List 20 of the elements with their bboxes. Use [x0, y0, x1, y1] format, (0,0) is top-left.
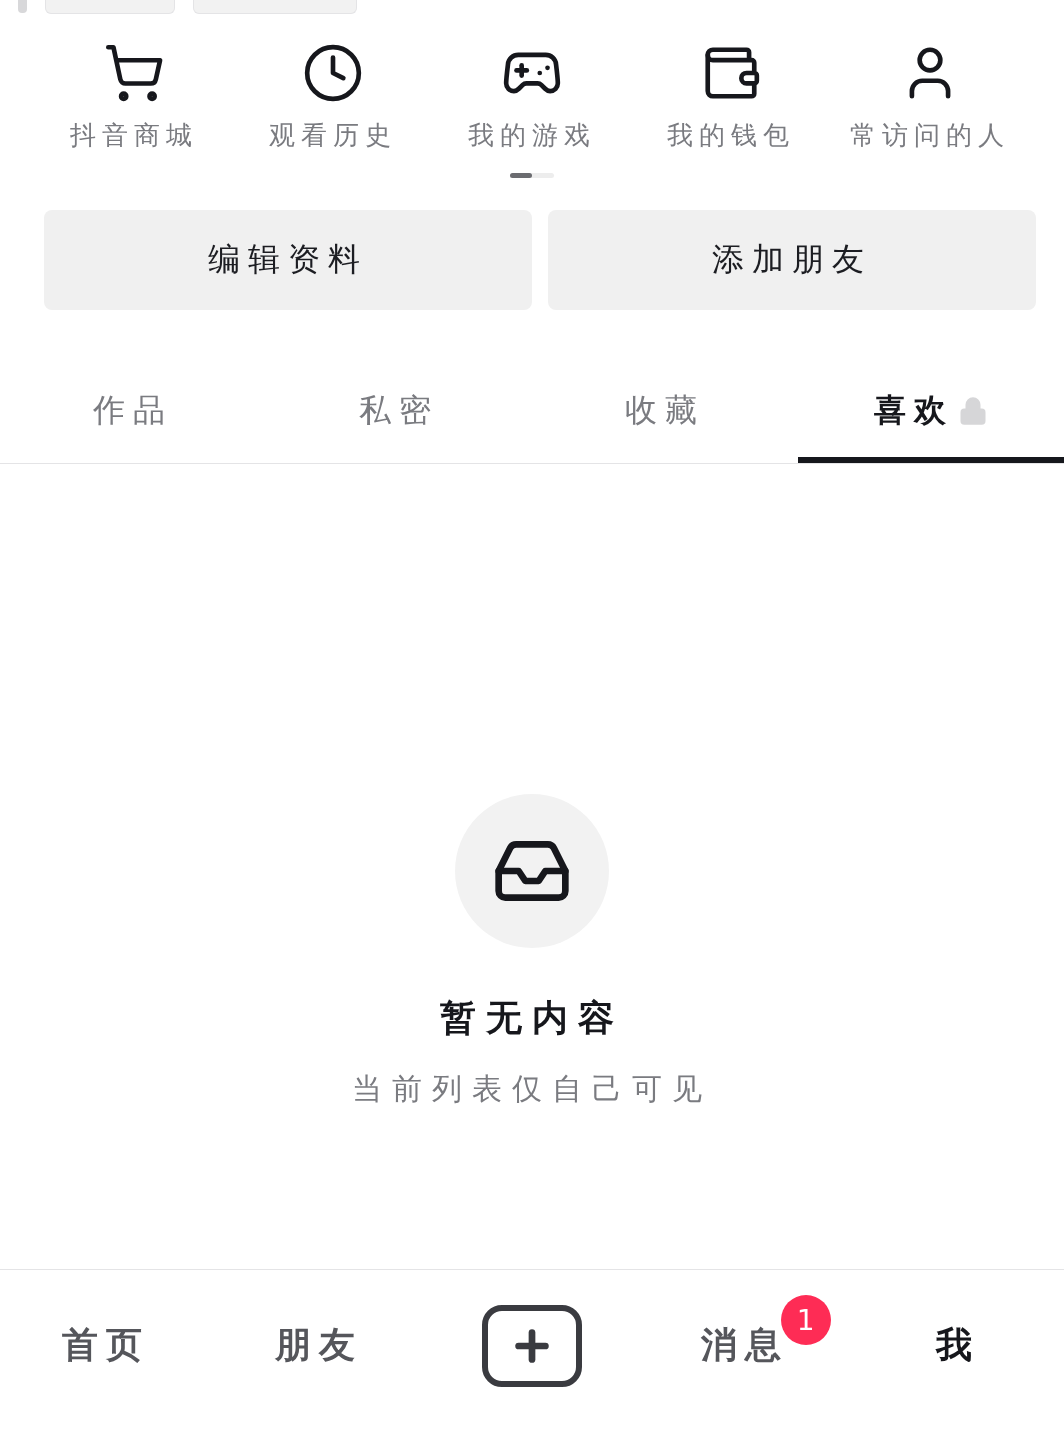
empty-title: 暂无内容	[440, 996, 624, 1040]
page-indicator	[510, 173, 554, 178]
scroll-knob	[18, 0, 27, 13]
create-button[interactable]	[482, 1304, 582, 1387]
empty-subtitle: 当前列表仅自己可见	[352, 1070, 712, 1108]
action-button[interactable]: 编辑资料	[44, 210, 532, 310]
profile-tab[interactable]: 作品	[0, 360, 266, 463]
profile-tab[interactable]: 收藏	[532, 360, 798, 463]
nav-item[interactable]: 首页	[62, 1321, 151, 1370]
profile-tab[interactable]: 私密	[266, 360, 532, 463]
notification-badge: 1	[780, 1295, 831, 1345]
shortcut-item[interactable]: 常访问的人	[830, 42, 1030, 153]
nav-item[interactable]: 我	[935, 1321, 980, 1370]
shortcut-item[interactable]: 观看历史	[233, 42, 433, 153]
action-button[interactable]: 添加朋友	[548, 210, 1036, 310]
shortcut-item[interactable]: 我的游戏	[432, 42, 632, 153]
shortcut-item[interactable]: 我的钱包	[631, 42, 831, 153]
nav-item[interactable]: 朋友	[275, 1321, 364, 1370]
profile-tab[interactable]: 喜欢	[798, 360, 1064, 463]
shortcut-item[interactable]: 抖音商城	[34, 42, 234, 153]
